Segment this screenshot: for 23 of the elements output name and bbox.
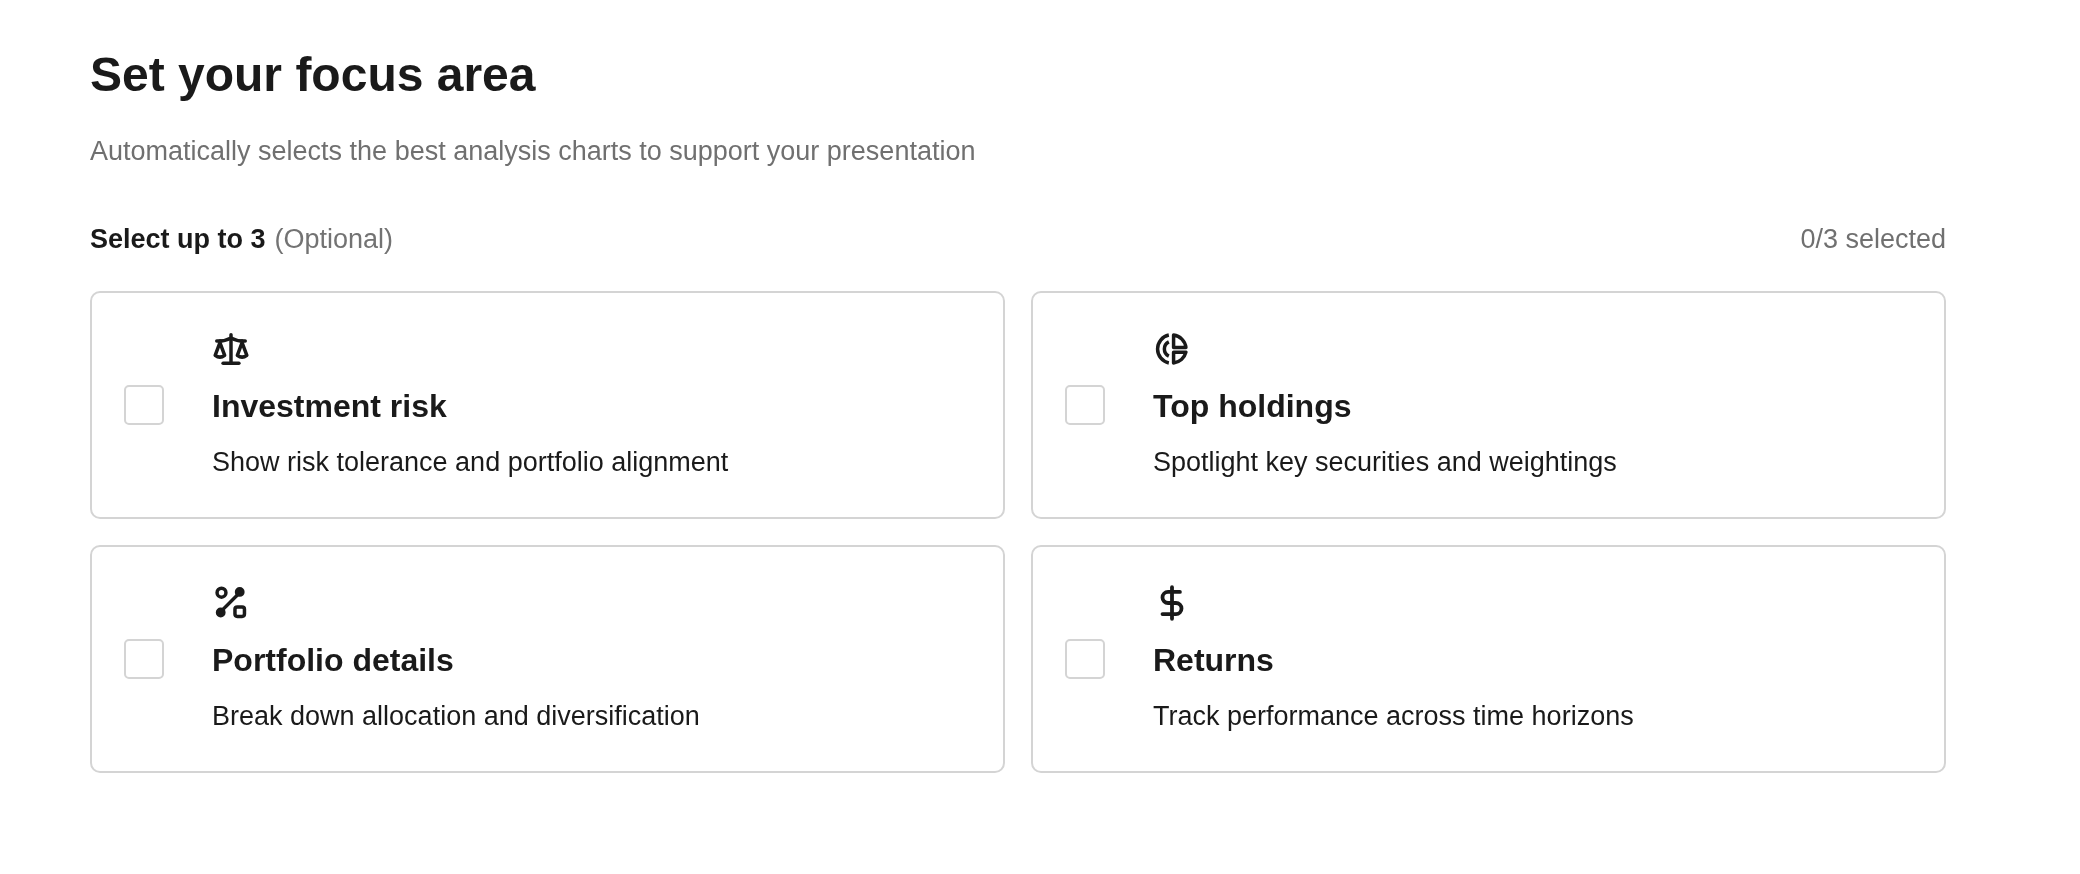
checkbox[interactable] — [124, 385, 164, 425]
page-title: Set your focus area — [90, 47, 537, 103]
scale-icon — [212, 330, 250, 368]
option-card[interactable]: Portfolio details Break down allocation and diversification — [90, 545, 1005, 773]
checkbox[interactable] — [1065, 385, 1105, 425]
selection-counter: 0/3 selected — [1800, 224, 1946, 255]
option-description: Break down allocation and diversification — [212, 700, 700, 733]
checkbox[interactable] — [1065, 639, 1105, 679]
pie-chart-icon — [1153, 330, 1191, 368]
option-title: Returns — [1153, 641, 1274, 680]
option-title: Portfolio details — [212, 641, 454, 680]
option-card[interactable]: Investment risk Show risk tolerance and portfolio alignment — [90, 291, 1005, 519]
selection-label: Select up to 3 — [90, 224, 266, 255]
option-description: Show risk tolerance and portfolio alignment — [212, 446, 729, 479]
option-card[interactable]: Returns Track performance across time horizons — [1031, 545, 1946, 773]
option-description: Track performance across time horizons — [1153, 700, 1634, 733]
checkbox[interactable] — [124, 639, 164, 679]
option-title: Top holdings — [1153, 387, 1352, 426]
option-description: Spotlight key securities and weightings — [1153, 446, 1617, 479]
page-subtitle: Automatically selects the best analysis charts to support your presentation — [90, 135, 977, 168]
optional-hint: (Optional) — [274, 224, 394, 255]
option-title: Investment risk — [212, 387, 447, 426]
option-card[interactable]: Top holdings Spotlight key securities and weightings — [1031, 291, 1946, 519]
